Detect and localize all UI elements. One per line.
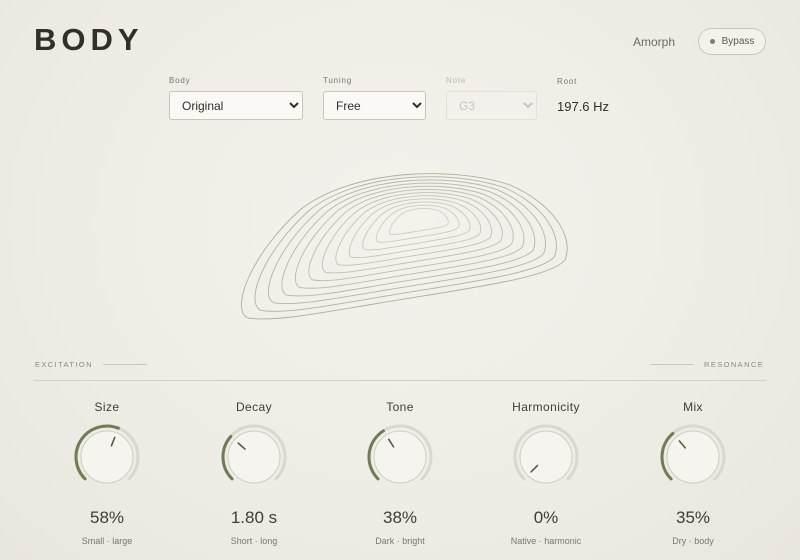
knob-name: Size (94, 400, 120, 414)
root-frequency: 197.6 Hz (557, 99, 610, 114)
knob-range: Small · large (81, 536, 133, 546)
harmonicity-knob[interactable] (511, 422, 581, 492)
knob-name: Decay (235, 400, 272, 414)
knob-name: Mix (683, 400, 703, 414)
knob-range: Native · harmonic (510, 536, 582, 546)
knob-tone: Tone 38% Dark · bright (340, 400, 460, 546)
resonator-shell-visual (241, 173, 568, 320)
resonance-line (650, 364, 694, 365)
tuning-select[interactable]: Free (323, 91, 426, 120)
knob-face (666, 430, 720, 484)
knob-harmonicity: Harmonicity 0% Native · harmonic (486, 400, 606, 546)
knob-range: Short · long (230, 536, 278, 546)
tone-knob[interactable] (365, 422, 435, 492)
size-knob[interactable] (72, 422, 142, 492)
knob-value: 38% (382, 508, 418, 527)
preset-name[interactable]: Amorph (633, 35, 675, 49)
knob-value: 1.80 s (230, 508, 278, 527)
knob-value: 0% (533, 508, 559, 527)
knob-value: 58% (89, 508, 125, 527)
knob-decay: Decay 1.80 s Short · long (194, 400, 314, 546)
decay-knob[interactable] (219, 422, 289, 492)
shell-contour-ring (389, 207, 449, 236)
root-label: Root (557, 77, 578, 86)
app-title: BODY (34, 22, 144, 57)
tuning-label: Tuning (323, 76, 352, 85)
knob-range: Dark · bright (375, 536, 425, 546)
section-divider (34, 380, 766, 381)
note-select[interactable]: G3 (446, 91, 537, 120)
knob-value: 35% (675, 508, 711, 527)
knob-name: Tone (386, 400, 414, 414)
shell-contour-ring (375, 204, 460, 243)
knob-face (227, 430, 281, 484)
shell-contour-ring (321, 192, 503, 274)
knob-face (519, 430, 573, 484)
knob-size: Size 58% Small · large (47, 400, 167, 546)
mix-knob[interactable] (658, 422, 728, 492)
knob-mix: Mix 35% Dry · body (633, 400, 753, 546)
bypass-indicator-icon (709, 39, 715, 44)
body-select[interactable]: Original (169, 91, 303, 120)
note-label: Note (446, 76, 467, 85)
bypass-label: Bypass (721, 36, 755, 47)
bypass-button[interactable]: Bypass (698, 28, 766, 55)
shell-contour-ring (348, 198, 482, 259)
body-label: Body (169, 76, 191, 85)
knob-face (373, 430, 427, 484)
shell-contour-ring (241, 173, 568, 320)
knob-face (80, 430, 134, 484)
excitation-label: EXCITATION (35, 360, 93, 369)
resonance-label: RESONANCE (704, 360, 765, 369)
knob-range: Dry · body (672, 536, 714, 546)
knob-name: Harmonicity (512, 400, 580, 414)
excitation-line (103, 364, 147, 365)
